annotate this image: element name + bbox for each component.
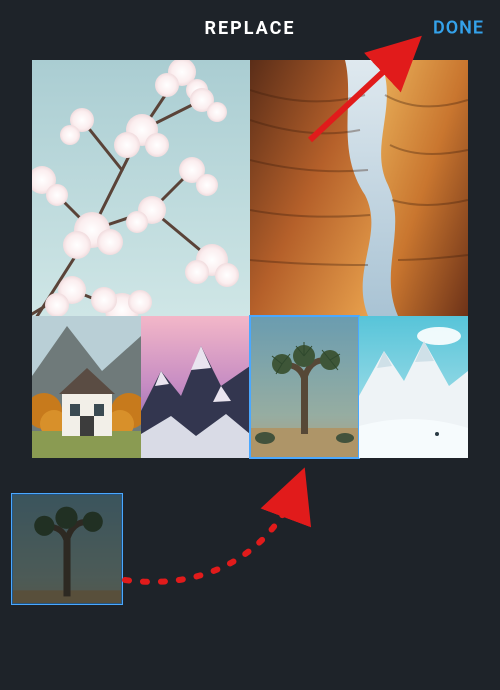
collage-grid xyxy=(32,60,468,458)
annotation-dashed-arrow xyxy=(125,480,300,582)
replacement-tray xyxy=(12,494,122,604)
page-title: REPLACE xyxy=(204,18,295,39)
done-button[interactable]: DONE xyxy=(433,18,484,39)
collage-tile-antelope-canyon[interactable] xyxy=(250,60,468,316)
collage-tile-glacier-peak[interactable] xyxy=(359,316,468,458)
collage-tile-autumn-house[interactable] xyxy=(32,316,141,458)
collage-tile-cherry-blossoms[interactable] xyxy=(32,60,250,316)
tray-thumb-joshua-tree[interactable] xyxy=(12,494,122,604)
collage-tile-joshua-tree[interactable] xyxy=(250,316,359,458)
collage-tile-snowy-peak-pink[interactable] xyxy=(141,316,250,458)
header-bar: REPLACE DONE xyxy=(0,0,500,56)
